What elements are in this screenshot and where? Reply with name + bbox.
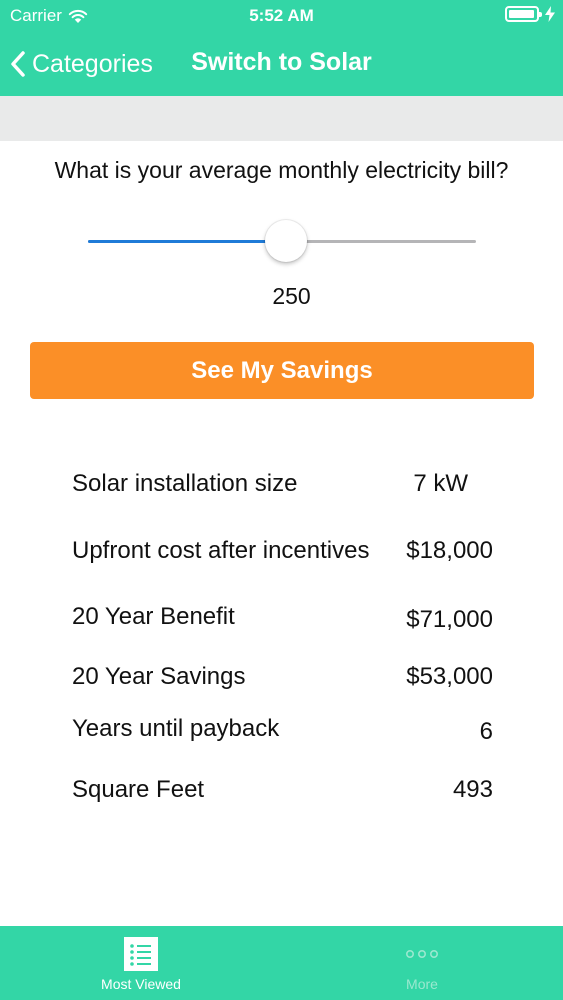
top-bar: Carrier 5:52 AM Categories Switch to Sol… [0, 0, 563, 96]
result-label-upfront-cost: Upfront cost after incentives [72, 537, 370, 564]
result-label-installation-size: Solar installation size [72, 470, 298, 497]
tab-more[interactable]: More [372, 926, 472, 1000]
result-label-square-feet: Square Feet [72, 776, 205, 803]
slider-value: 250 [272, 283, 311, 309]
tab-most-viewed-label: Most Viewed [101, 976, 181, 992]
result-value-installation-size: 7 kW [413, 470, 468, 497]
status-time: 5:52 AM [249, 6, 314, 25]
result-label-20-year-savings: 20 Year Savings [72, 663, 246, 690]
battery-tip [539, 12, 542, 17]
status-right [505, 6, 555, 22]
page-title: Switch to Solar [191, 48, 372, 76]
battery-fill [509, 10, 534, 18]
result-value-20-year-savings: $53,000 [406, 663, 493, 690]
slider-fill [88, 240, 286, 243]
tab-more-label: More [406, 976, 438, 992]
bill-question: What is your average monthly electricity… [54, 157, 509, 183]
bill-slider[interactable] [88, 220, 476, 264]
result-value-square-feet: 493 [452, 776, 493, 803]
result-value-upfront-cost: $18,000 [406, 537, 493, 564]
battery-icon [505, 6, 542, 22]
more-icon [406, 950, 438, 959]
screen: Carrier 5:52 AM Categories Switch to Sol… [0, 0, 563, 1000]
tab-most-viewed[interactable]: Most Viewed [80, 926, 202, 1000]
see-my-savings-button[interactable]: See My Savings [30, 342, 534, 399]
charging-bolt-icon [545, 6, 555, 22]
header-spacer-band [0, 96, 563, 141]
result-label-20-year-benefit: 20 Year Benefit [72, 603, 235, 630]
tab-bar: Most Viewed More [0, 926, 563, 1000]
result-value-20-year-benefit: $71,000 [406, 606, 493, 633]
result-value-years-until-payback: 6 [479, 718, 493, 745]
list-icon [124, 937, 158, 971]
slider-thumb[interactable] [265, 220, 307, 262]
result-label-years-until-payback: Years until payback [72, 715, 280, 742]
